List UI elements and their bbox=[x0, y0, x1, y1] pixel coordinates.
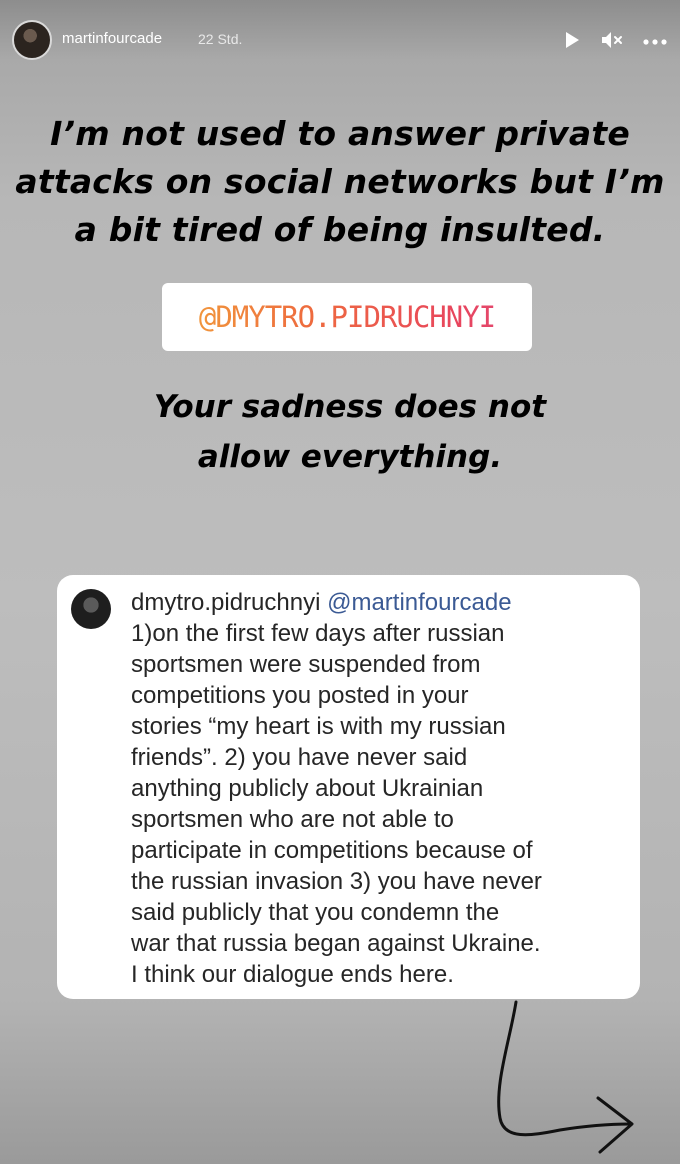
comment-mention: @martinfourcade bbox=[327, 589, 512, 616]
comment-header-line: dmytro.pidruchnyi @martinfourcade bbox=[131, 587, 631, 618]
comment-line: war that russia began against Ukraine. bbox=[131, 930, 541, 957]
mention-sticker-text: @DMYTRO.PIDRUCHNYI bbox=[162, 283, 532, 351]
headline-line: attacks on social networks but I’m bbox=[15, 162, 665, 201]
comment-line: participate in competitions because of bbox=[131, 837, 533, 864]
subline-line: allow everything. bbox=[197, 439, 503, 475]
story-username[interactable]: martinfourcade bbox=[62, 30, 162, 47]
comment-line: stories “my heart is with my russian bbox=[131, 713, 506, 740]
story-headline: I’m not used to answer private attacks o… bbox=[10, 110, 670, 254]
story-header: martinfourcade 22 Std. bbox=[0, 0, 680, 80]
quoted-comment-card: dmytro.pidruchnyi @martinfourcade 1)on t… bbox=[57, 575, 640, 999]
comment-line: anything publicly about Ukrainian bbox=[131, 775, 484, 802]
comment-line: the russian invasion 3) you have never bbox=[131, 868, 542, 895]
commenter-username: dmytro.pidruchnyi bbox=[131, 589, 321, 616]
quoted-comment-body: dmytro.pidruchnyi @martinfourcade 1)on t… bbox=[131, 587, 631, 990]
profile-avatar[interactable] bbox=[12, 20, 52, 60]
comment-line: sportsmen who are not able to bbox=[131, 806, 454, 833]
comment-line: I think our dialogue ends here. bbox=[131, 961, 454, 988]
mention-sticker[interactable]: @DMYTRO.PIDRUCHNYI bbox=[162, 283, 532, 351]
more-icon[interactable] bbox=[642, 38, 668, 46]
comment-line: friends”. 2) you have never said bbox=[131, 744, 468, 771]
story-subline: Your sadness does not allow everything. bbox=[60, 382, 640, 482]
headline-line: a bit tired of being insulted. bbox=[74, 210, 606, 249]
comment-line: competitions you posted in your bbox=[131, 682, 469, 709]
story-timestamp: 22 Std. bbox=[198, 31, 243, 47]
mute-icon[interactable] bbox=[600, 29, 624, 51]
commenter-avatar bbox=[71, 589, 111, 629]
play-icon[interactable] bbox=[562, 30, 582, 50]
comment-line: sportsmen were suspended from bbox=[131, 651, 481, 678]
subline-line: Your sadness does not bbox=[153, 389, 547, 425]
headline-line: I’m not used to answer private bbox=[50, 114, 630, 153]
comment-line: said publicly that you condemn the bbox=[131, 899, 500, 926]
arrow-icon bbox=[497, 1000, 634, 1154]
comment-line: 1)on the first few days after russian bbox=[131, 620, 505, 647]
